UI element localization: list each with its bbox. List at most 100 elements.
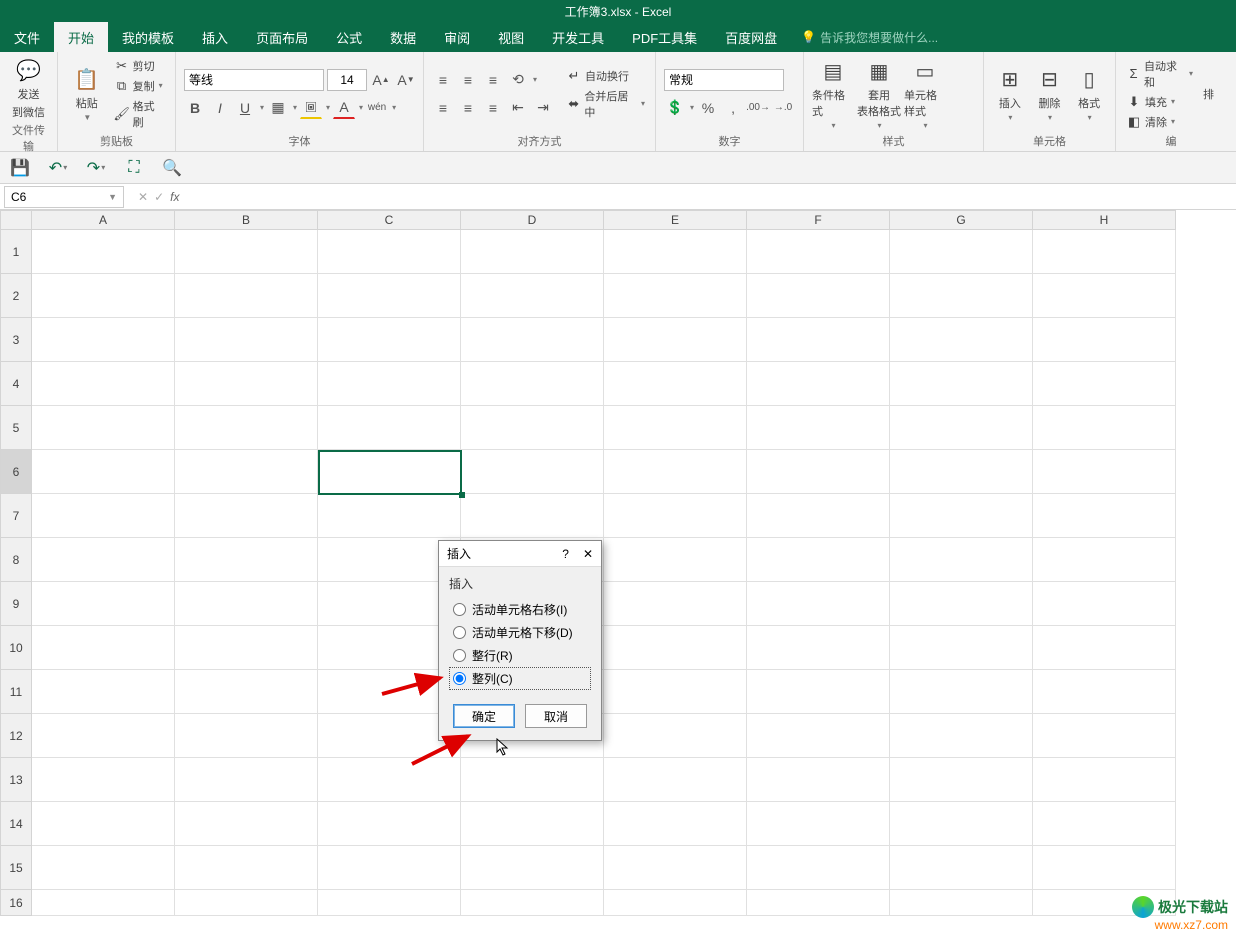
cell[interactable] xyxy=(175,890,318,916)
format-painter-button[interactable]: 🖌格式刷 xyxy=(112,97,167,131)
format-as-table-button[interactable]: ▦套用 表格格式▾ xyxy=(858,56,900,131)
row-header[interactable]: 11 xyxy=(0,670,32,714)
tab-data[interactable]: 数据 xyxy=(376,22,430,52)
cell[interactable] xyxy=(175,670,318,714)
cell[interactable] xyxy=(604,890,747,916)
cell[interactable] xyxy=(461,802,604,846)
cell[interactable] xyxy=(175,362,318,406)
row-header[interactable]: 3 xyxy=(0,318,32,362)
radio-entire-row[interactable]: 整行(R) xyxy=(449,644,591,667)
col-header[interactable]: F xyxy=(747,210,890,230)
close-button[interactable]: ✕ xyxy=(583,547,593,561)
chevron-down-icon[interactable]: ▼ xyxy=(108,192,117,202)
radio-shift-right[interactable]: 活动单元格右移(I) xyxy=(449,598,591,621)
insert-cells-button[interactable]: ⊞插入▾ xyxy=(992,56,1028,131)
cell[interactable] xyxy=(1033,230,1176,274)
cell[interactable] xyxy=(890,758,1033,802)
row-header[interactable]: 16 xyxy=(0,890,32,916)
row-header[interactable]: 2 xyxy=(0,274,32,318)
currency-button[interactable]: 💲 xyxy=(664,97,686,119)
row-header[interactable]: 4 xyxy=(0,362,32,406)
cell[interactable] xyxy=(175,714,318,758)
cell[interactable] xyxy=(604,670,747,714)
cell[interactable] xyxy=(747,362,890,406)
cell[interactable] xyxy=(890,406,1033,450)
tab-formulas[interactable]: 公式 xyxy=(322,22,376,52)
cell[interactable] xyxy=(32,494,175,538)
font-name-select[interactable] xyxy=(184,69,324,91)
row-header[interactable]: 10 xyxy=(0,626,32,670)
orientation-button[interactable]: ⟲ xyxy=(507,69,529,91)
cell[interactable] xyxy=(461,846,604,890)
cell[interactable] xyxy=(175,450,318,494)
cell[interactable] xyxy=(1033,362,1176,406)
col-header[interactable]: D xyxy=(461,210,604,230)
cell[interactable] xyxy=(890,538,1033,582)
cell[interactable] xyxy=(32,890,175,916)
font-size-select[interactable] xyxy=(327,69,367,91)
cell[interactable] xyxy=(1033,494,1176,538)
cell[interactable] xyxy=(461,890,604,916)
cell[interactable] xyxy=(747,758,890,802)
row-header[interactable]: 14 xyxy=(0,802,32,846)
cell[interactable] xyxy=(1033,582,1176,626)
cell[interactable] xyxy=(747,714,890,758)
name-box[interactable]: C6 ▼ xyxy=(4,186,124,208)
radio-shift-down[interactable]: 活动单元格下移(D) xyxy=(449,621,591,644)
cell[interactable] xyxy=(175,274,318,318)
wrap-text-button[interactable]: ↵自动换行 xyxy=(564,67,647,85)
cell[interactable] xyxy=(175,494,318,538)
cell[interactable] xyxy=(32,846,175,890)
cell[interactable] xyxy=(175,758,318,802)
row-header[interactable]: 7 xyxy=(0,494,32,538)
format-cells-button[interactable]: ▯格式▾ xyxy=(1071,56,1107,131)
tab-review[interactable]: 审阅 xyxy=(430,22,484,52)
cell[interactable] xyxy=(32,670,175,714)
paste-button[interactable]: 📋 粘贴 ▼ xyxy=(66,56,108,131)
cell[interactable] xyxy=(1033,626,1176,670)
col-header[interactable]: B xyxy=(175,210,318,230)
align-bottom-button[interactable]: ≡ xyxy=(482,69,504,91)
phonetic-button[interactable]: wén xyxy=(366,97,388,119)
fx-button[interactable]: fx xyxy=(170,190,179,204)
cell[interactable] xyxy=(1033,670,1176,714)
align-top-button[interactable]: ≡ xyxy=(432,69,454,91)
fill-handle[interactable] xyxy=(459,492,465,498)
decrease-indent-button[interactable]: ⇤ xyxy=(507,97,529,119)
cell[interactable] xyxy=(747,406,890,450)
select-all-corner[interactable] xyxy=(0,210,32,230)
cell[interactable] xyxy=(747,802,890,846)
cell[interactable] xyxy=(461,494,604,538)
cell[interactable] xyxy=(32,758,175,802)
increase-indent-button[interactable]: ⇥ xyxy=(532,97,554,119)
cell[interactable] xyxy=(318,230,461,274)
cell[interactable] xyxy=(175,846,318,890)
cell[interactable] xyxy=(175,626,318,670)
cell[interactable] xyxy=(32,714,175,758)
cell[interactable] xyxy=(604,758,747,802)
formula-input[interactable] xyxy=(189,186,1236,208)
cell[interactable] xyxy=(604,626,747,670)
cell[interactable] xyxy=(747,538,890,582)
cell[interactable] xyxy=(1033,274,1176,318)
increase-decimal-button[interactable]: .00→ xyxy=(747,97,769,119)
sort-filter-button[interactable]: 排 xyxy=(1199,56,1218,131)
autosum-button[interactable]: Σ自动求和▾ xyxy=(1124,57,1195,91)
cell[interactable] xyxy=(890,890,1033,916)
cell[interactable] xyxy=(32,230,175,274)
cell[interactable] xyxy=(1033,450,1176,494)
cell[interactable] xyxy=(32,626,175,670)
cancel-button[interactable]: 取消 xyxy=(525,704,587,728)
cell[interactable] xyxy=(175,802,318,846)
tab-mytemplates[interactable]: 我的模板 xyxy=(108,22,188,52)
cell[interactable] xyxy=(747,494,890,538)
align-middle-button[interactable]: ≡ xyxy=(457,69,479,91)
cell[interactable] xyxy=(461,758,604,802)
radio-entire-column[interactable]: 整列(C) xyxy=(449,667,591,690)
border-button[interactable]: ▦ xyxy=(267,97,289,119)
undo-button[interactable]: ↶▾ xyxy=(48,158,68,178)
cell[interactable] xyxy=(1033,758,1176,802)
cell[interactable] xyxy=(318,406,461,450)
align-right-button[interactable]: ≡ xyxy=(482,97,504,119)
cell[interactable] xyxy=(747,274,890,318)
